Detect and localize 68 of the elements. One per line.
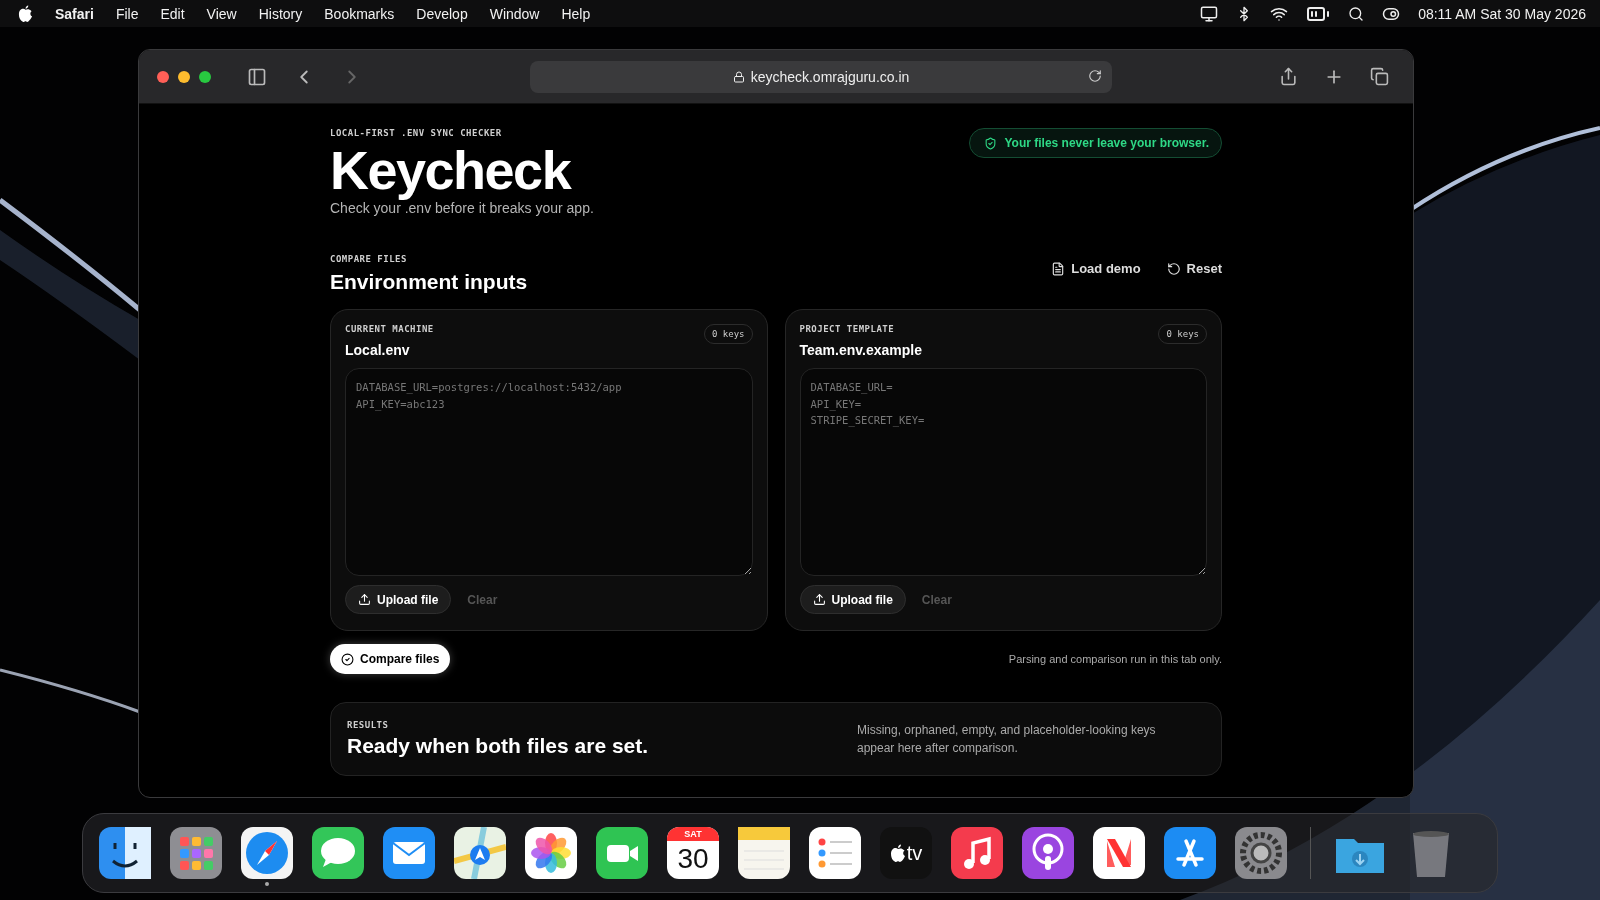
menu-item[interactable]: History <box>258 5 303 22</box>
privacy-badge: Your files never leave your browser. <box>969 128 1222 158</box>
app-grid-icon[interactable] <box>170 827 222 879</box>
panel-eyebrow: PROJECT TEMPLATE <box>799 324 896 334</box>
load-demo-button[interactable]: Load demo <box>1051 261 1141 276</box>
menu-item[interactable]: View <box>206 5 237 22</box>
reload-icon[interactable] <box>1088 68 1102 83</box>
apple-logo-icon <box>889 844 906 862</box>
menu-item[interactable]: Edit <box>160 5 185 22</box>
shield-check-icon <box>984 136 998 150</box>
notepad-icon[interactable] <box>738 827 790 879</box>
speech-bubble-icon[interactable] <box>312 827 364 879</box>
flower-icon[interactable] <box>525 827 577 879</box>
section-title: Environment inputs <box>330 270 528 294</box>
menu-item[interactable]: Window <box>489 5 540 22</box>
calendar-date: 30 <box>677 842 709 876</box>
map-icon[interactable] <box>454 827 506 879</box>
close-button[interactable] <box>157 70 169 83</box>
eyebrow-label: LOCAL-FIRST .ENV SYNC CHECKER <box>330 128 503 138</box>
env-input-field[interactable]: DATABASE_URL= API_KEY= STRIPE_SECRET_KEY= <box>799 368 1207 576</box>
checklist-icon[interactable] <box>809 827 861 879</box>
document-icon <box>1051 261 1066 276</box>
upload-file-button[interactable]: Upload file <box>345 585 452 614</box>
clock: 08:11 AM Sat 30 May 2026 <box>1418 5 1586 22</box>
smiling-face-icon[interactable] <box>99 827 151 879</box>
url-text: keycheck.omrajguru.co.in <box>750 68 910 85</box>
check-circle-icon <box>341 652 354 666</box>
display-icon[interactable] <box>1200 4 1219 23</box>
upload-icon <box>812 593 826 606</box>
panel-title: Local.env <box>345 342 411 358</box>
menu-item[interactable]: File <box>115 5 139 22</box>
upload-file-button[interactable]: Upload file <box>799 585 906 614</box>
privacy-note: Parsing and comparison run in this tab only. <box>1008 653 1222 665</box>
calendar-day: SAT <box>667 827 719 841</box>
panel-eyebrow: CURRENT MACHINE <box>345 324 434 334</box>
reset-button[interactable]: Reset <box>1166 261 1222 276</box>
zoom-button[interactable] <box>199 70 211 83</box>
podcast-icon[interactable] <box>1022 827 1074 879</box>
results-title: Ready when both files are set. <box>347 734 649 758</box>
apple-logo-icon[interactable] <box>18 5 33 22</box>
search-icon[interactable] <box>1348 5 1365 22</box>
gear-icon[interactable] <box>1235 827 1287 879</box>
env-input-field[interactable]: DATABASE_URL=postgres://localhost:5432/app API_KEY=abc123 <box>345 368 753 576</box>
lock-icon <box>732 70 745 83</box>
tv-label: tv <box>906 841 923 865</box>
subtitle: Check your .env before it breaks your app. <box>330 200 594 216</box>
address-bar[interactable]: keycheck.omrajguru.co.in <box>530 60 1112 93</box>
compare-files-button[interactable]: Compare files <box>330 644 451 674</box>
section-eyebrow: COMPARE FILES <box>330 254 408 264</box>
compass-icon[interactable] <box>241 827 293 879</box>
app-menu[interactable]: Safari <box>55 5 94 22</box>
tv-tile[interactable]: tv <box>880 827 932 879</box>
undo-arrow-icon <box>1166 261 1181 276</box>
results-eyebrow: RESULTS <box>347 720 390 730</box>
music-note-icon[interactable] <box>951 827 1003 879</box>
calendar-tile[interactable]: SAT 30 <box>667 827 719 879</box>
menu-item[interactable]: Develop <box>416 5 468 22</box>
menu-item[interactable]: Help <box>561 5 591 22</box>
minimize-button[interactable] <box>178 70 190 83</box>
upload-icon <box>358 593 371 606</box>
app-store-icon[interactable] <box>1164 827 1216 879</box>
results-description: Missing, orphaned, empty, and placeholder-looking keys appear here after comparison. <box>857 722 1157 757</box>
panel-title: Team.env.example <box>799 342 922 358</box>
app-title: Keycheck <box>330 142 573 198</box>
news-icon[interactable] <box>1093 827 1145 879</box>
menu-item[interactable]: Bookmarks <box>324 5 395 22</box>
video-camera-icon[interactable] <box>596 827 648 879</box>
envelope-icon[interactable] <box>383 827 435 879</box>
